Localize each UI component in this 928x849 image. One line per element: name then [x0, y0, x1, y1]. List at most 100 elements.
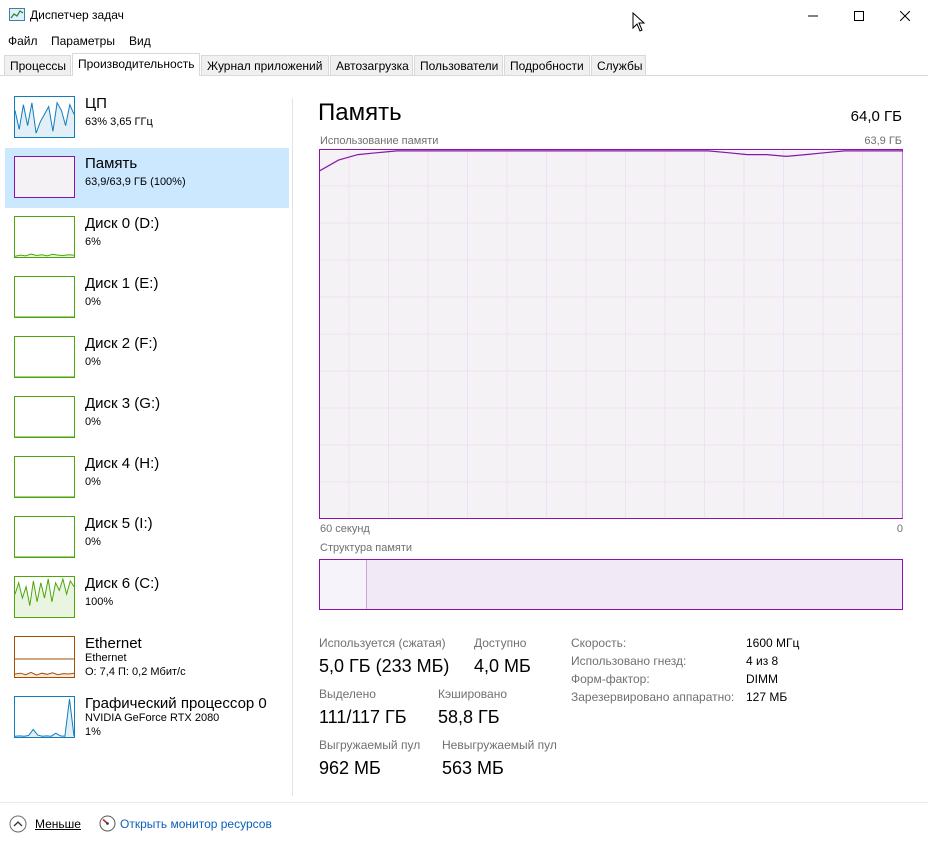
usage-graph-label: Использование памяти	[320, 135, 439, 147]
reserved-label: Зарезервировано аппаратно:	[571, 690, 735, 704]
reserved-value: 127 МБ	[746, 690, 788, 704]
slots-label: Использовано гнезд:	[571, 654, 687, 668]
sidebar-item-disk-0[interactable]: Диск 0 (D:) 6%	[5, 208, 289, 268]
disk-4-title: Диск 4 (H:)	[85, 455, 160, 472]
resource-list: ЦП 63% 3,65 ГГц Память 63,9/63,9 ГБ (100%) Д…	[0, 76, 292, 800]
memory-structure-in-use	[320, 560, 367, 609]
disk-5-subtitle: 0%	[85, 536, 101, 548]
speed-value: 1600 МГц	[746, 636, 800, 650]
tab-bar: Процессы Производительность Журнал прило…	[0, 53, 928, 76]
close-icon	[900, 10, 910, 21]
disk-1-subtitle: 0%	[85, 296, 101, 308]
committed-value: 111/117 ГБ	[319, 707, 407, 727]
cpu-title: ЦП	[85, 95, 107, 112]
speed-label: Скорость:	[571, 636, 627, 650]
resource-title: Память	[318, 99, 402, 126]
tab-services[interactable]: Службы	[591, 55, 646, 76]
ethernet-title: Ethernet	[85, 635, 142, 652]
disk-0-title: Диск 0 (D:)	[85, 215, 160, 232]
graph-time-span: 60 секунд	[320, 523, 370, 535]
window-title: Диспетчер задач	[30, 8, 124, 22]
disk-6-subtitle: 100%	[85, 596, 114, 608]
disk-6-thumbnail-graph	[14, 576, 75, 618]
sidebar-item-cpu[interactable]: ЦП 63% 3,65 ГГц	[5, 88, 289, 148]
memory-total: 64,0 ГБ	[850, 108, 902, 125]
menu-file[interactable]: Файл	[8, 34, 38, 48]
gpu-0-thumbnail-graph	[14, 696, 75, 738]
disk-0-thumbnail-graph	[14, 216, 75, 258]
sidebar-item-memory[interactable]: Память 63,9/63,9 ГБ (100%)	[5, 148, 289, 208]
paged-pool-value: 962 МБ	[319, 758, 381, 778]
form-factor-label: Форм-фактор:	[571, 672, 650, 686]
gpu-0-title: Графический процессор 0	[85, 695, 267, 712]
sidebar-item-ethernet[interactable]: Ethernet Ethernet О: 7,4 П: 0,2 Мбит/с	[5, 628, 289, 688]
maximize-button[interactable]	[836, 0, 882, 31]
minimize-icon	[808, 15, 818, 16]
disk-2-subtitle: 0%	[85, 356, 101, 368]
disk-2-title: Диск 2 (F:)	[85, 335, 158, 352]
paged-pool-label: Выгружаемый пул	[319, 738, 421, 752]
disk-6-title: Диск 6 (C:)	[85, 575, 160, 592]
memory-subtitle: 63,9/63,9 ГБ (100%)	[85, 176, 186, 188]
disk-1-title: Диск 1 (E:)	[85, 275, 159, 292]
resource-monitor-icon	[99, 815, 116, 832]
gpu-0-detail: 1%	[85, 726, 101, 738]
ethernet-subtitle: Ethernet	[85, 652, 127, 664]
tab-processes[interactable]: Процессы	[4, 55, 71, 76]
graph-time-zero: 0	[896, 523, 903, 535]
chevron-up-icon[interactable]	[9, 815, 27, 833]
disk-1-thumbnail-graph	[14, 276, 75, 318]
in-use-label: Используется (сжатая)	[319, 636, 446, 650]
slots-value: 4 из 8	[746, 654, 779, 668]
available-value: 4,0 МБ	[474, 656, 531, 676]
sidebar-item-disk-4[interactable]: Диск 4 (H:) 0%	[5, 448, 289, 508]
sidebar-item-gpu-0[interactable]: Графический процессор 0 NVIDIA GeForce RT…	[5, 688, 289, 748]
sidebar-item-disk-3[interactable]: Диск 3 (G:) 0%	[5, 388, 289, 448]
mouse-cursor-icon	[632, 12, 646, 32]
disk-3-subtitle: 0%	[85, 416, 101, 428]
task-manager-icon	[9, 8, 25, 21]
nonpaged-pool-label: Невыгружаемый пул	[442, 738, 557, 752]
disk-5-thumbnail-graph	[14, 516, 75, 558]
cpu-subtitle: 63% 3,65 ГГц	[85, 116, 153, 128]
sidebar-item-disk-1[interactable]: Диск 1 (E:) 0%	[5, 268, 289, 328]
cached-label: Кэшировано	[438, 687, 508, 701]
disk-3-thumbnail-graph	[14, 396, 75, 438]
nonpaged-pool-value: 563 МБ	[442, 758, 504, 778]
sidebar-item-disk-5[interactable]: Диск 5 (I:) 0%	[5, 508, 289, 568]
open-resource-monitor-link[interactable]: Открыть монитор ресурсов	[120, 817, 272, 831]
disk-5-title: Диск 5 (I:)	[85, 515, 153, 532]
menu-view[interactable]: Вид	[129, 34, 151, 48]
disk-2-thumbnail-graph	[14, 336, 75, 378]
close-button[interactable]	[882, 0, 928, 31]
maximize-icon	[854, 10, 864, 21]
memory-usage-graph	[319, 149, 903, 519]
disk-0-subtitle: 6%	[85, 236, 101, 248]
memory-title: Память	[85, 155, 138, 172]
committed-label: Выделено	[319, 687, 376, 701]
fewer-details-button[interactable]: Меньше	[35, 817, 81, 831]
tab-performance[interactable]: Производительность	[72, 53, 200, 76]
menu-options[interactable]: Параметры	[51, 34, 115, 48]
ethernet-thumbnail-graph	[14, 636, 75, 678]
sidebar-item-disk-6[interactable]: Диск 6 (C:) 100%	[5, 568, 289, 628]
disk-3-title: Диск 3 (G:)	[85, 395, 161, 412]
tab-users[interactable]: Пользователи	[414, 55, 503, 76]
title-bar: Диспетчер задач	[0, 0, 928, 32]
tab-details[interactable]: Подробности	[504, 55, 590, 76]
ethernet-detail: О: 7,4 П: 0,2 Мбит/с	[85, 666, 186, 678]
pane-divider[interactable]	[292, 98, 293, 796]
available-label: Доступно	[474, 636, 527, 650]
disk-4-thumbnail-graph	[14, 456, 75, 498]
structure-label: Структура памяти	[320, 542, 413, 554]
sidebar-item-disk-2[interactable]: Диск 2 (F:) 0%	[5, 328, 289, 388]
tab-startup[interactable]: Автозагрузка	[330, 55, 413, 76]
minimize-button[interactable]	[790, 0, 836, 31]
disk-4-subtitle: 0%	[85, 476, 101, 488]
form-factor-value: DIMM	[746, 672, 778, 686]
in-use-value: 5,0 ГБ (233 МБ)	[319, 656, 450, 676]
menu-bar: Файл Параметры Вид	[0, 31, 928, 51]
cpu-thumbnail-graph	[14, 96, 75, 138]
usage-graph-max: 63,9 ГБ	[864, 135, 902, 147]
tab-app-history[interactable]: Журнал приложений	[201, 55, 329, 76]
